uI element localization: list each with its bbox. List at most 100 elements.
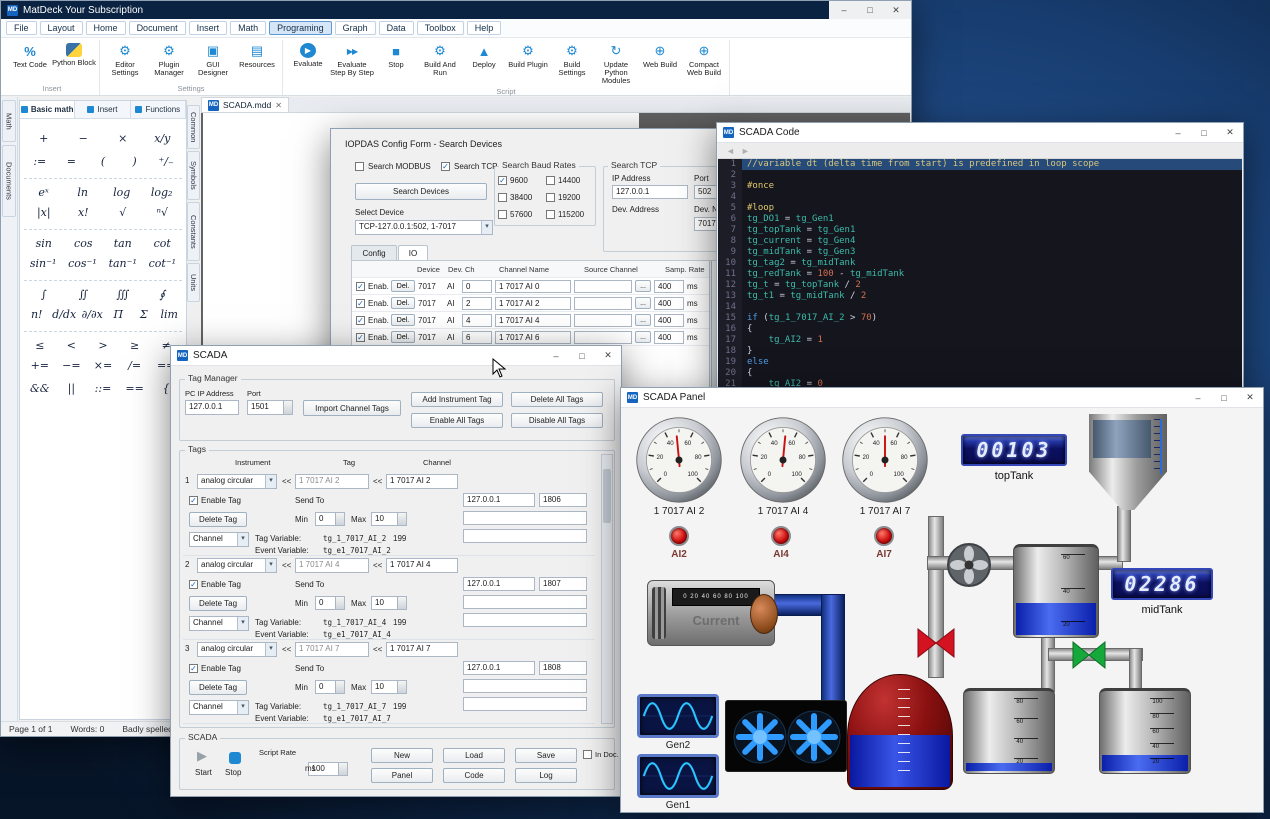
enable-tag-checkbox[interactable]: ✓	[189, 496, 198, 505]
ribbon-build-and-run[interactable]: ⚙Build And Run	[418, 40, 462, 85]
channel-name-field[interactable]: 1 7017 AI 2	[495, 297, 571, 310]
math-symbol[interactable]: ∭	[113, 288, 133, 301]
channel-name-field[interactable]: 1 7017 AI 6	[495, 331, 571, 344]
search-modbus-checkbox[interactable]	[355, 162, 364, 171]
menu-tab-toolbox[interactable]: Toolbox	[417, 21, 464, 35]
menu-tab-layout[interactable]: Layout	[40, 21, 83, 35]
math-symbol[interactable]: n!	[27, 308, 47, 321]
math-symbol[interactable]: ==	[125, 382, 145, 395]
sample-rate-spinner[interactable]: 400	[654, 297, 684, 310]
ribbon-text-code[interactable]: %Text Code	[8, 40, 52, 82]
send-ip-field[interactable]: 127.0.0.1	[463, 577, 535, 591]
disable-all-tags-button[interactable]: Disable All Tags	[511, 413, 603, 428]
maximize-button[interactable]: □	[1211, 388, 1237, 407]
menu-tab-insert[interactable]: Insert	[189, 21, 228, 35]
send-ip-field[interactable]: 127.0.0.1	[463, 493, 535, 507]
math-symbol[interactable]: x!	[73, 206, 93, 219]
maximize-button[interactable]: □	[1191, 123, 1217, 142]
tag-field[interactable]: 1 7017 AI 7	[295, 642, 369, 657]
source-channel-select[interactable]	[574, 297, 632, 310]
math-symbol[interactable]: d∕dx	[52, 308, 76, 321]
channel-select[interactable]: Channel	[189, 616, 249, 631]
instrument-select[interactable]: analog circular	[197, 474, 277, 489]
code-editor[interactable]: 1//variable dt (delta time from start) i…	[718, 159, 1242, 390]
palette-tab-symbols[interactable]: Symbols	[187, 151, 200, 200]
copy-left-button[interactable]: <<	[282, 645, 291, 654]
sample-rate-spinner[interactable]: 400	[654, 314, 684, 327]
math-symbol[interactable]: |x|	[34, 206, 54, 219]
aux-field[interactable]	[463, 595, 587, 609]
copy-left-button[interactable]: <<	[282, 561, 291, 570]
math-symbol[interactable]: ∂∕∂x	[82, 308, 103, 321]
ribbon-editor-settings[interactable]: ⚙Editor Settings	[103, 40, 147, 82]
channel-num-spinner[interactable]: 2	[462, 297, 492, 310]
math-symbol[interactable]: =	[61, 155, 81, 168]
channel-name-field[interactable]: 1 7017 AI 4	[495, 314, 571, 327]
channel-field[interactable]: 1 7017 AI 2	[386, 474, 458, 489]
enable-checkbox[interactable]: ✓	[356, 316, 365, 325]
baud-checkbox[interactable]	[546, 176, 555, 185]
delete-tag-button[interactable]: Delete Tag	[189, 512, 247, 527]
instrument-select[interactable]: analog circular	[197, 642, 277, 657]
math-tab-insert[interactable]: Insert	[75, 101, 130, 118]
maximize-button[interactable]: □	[569, 346, 595, 365]
baud-checkbox[interactable]	[546, 210, 555, 219]
nav-forward-icon[interactable]: ►	[741, 146, 750, 156]
math-symbol[interactable]: −	[73, 132, 93, 145]
channel-field[interactable]: 1 7017 AI 4	[386, 558, 458, 573]
math-symbol[interactable]: <	[61, 339, 81, 352]
ribbon-build-settings[interactable]: ⚙Build Settings	[550, 40, 594, 85]
math-symbol[interactable]: Σ	[134, 308, 154, 321]
maximize-button[interactable]: □	[857, 1, 883, 19]
close-button[interactable]: ✕	[883, 1, 909, 19]
panel-titlebar[interactable]: MD SCADA Panel – □ ✕	[621, 388, 1263, 408]
math-symbol[interactable]: eˣ	[34, 186, 54, 199]
tag-field[interactable]: 1 7017 AI 4	[295, 558, 369, 573]
save-button[interactable]: Save	[515, 748, 577, 763]
ribbon-stop[interactable]: ■Stop	[374, 40, 418, 85]
enable-checkbox[interactable]: ✓	[356, 299, 365, 308]
copy-left-button[interactable]: <<	[282, 477, 291, 486]
math-symbol[interactable]: (	[93, 155, 113, 168]
math-symbol[interactable]: cos⁻¹	[68, 257, 97, 270]
math-symbol[interactable]: lim	[159, 308, 179, 321]
baud-checkbox[interactable]	[546, 193, 555, 202]
math-symbol[interactable]: ≤	[30, 339, 50, 352]
channel-select[interactable]: Channel	[189, 700, 249, 715]
pc-ip-field[interactable]: 127.0.0.1	[185, 400, 239, 415]
math-symbol[interactable]: √	[113, 206, 133, 219]
browse-button[interactable]: ...	[635, 314, 651, 326]
baud-checkbox[interactable]: ✓	[498, 176, 507, 185]
tags-scrollbar[interactable]	[601, 454, 613, 724]
menu-tab-document[interactable]: Document	[129, 21, 186, 35]
math-symbol[interactable]: cos	[73, 237, 93, 250]
close-button[interactable]: ✕	[1217, 123, 1243, 142]
copy-left-button[interactable]: <<	[373, 645, 382, 654]
menu-tab-graph[interactable]: Graph	[335, 21, 376, 35]
math-symbol[interactable]: +	[34, 132, 54, 145]
in-doc-checkbox[interactable]	[583, 750, 592, 759]
panel-button[interactable]: Panel	[371, 768, 433, 783]
import-channel-tags-button[interactable]: Import Channel Tags	[303, 400, 401, 416]
enable-all-tags-button[interactable]: Enable All Tags	[411, 413, 503, 428]
stop-icon[interactable]	[229, 752, 241, 764]
channel-field[interactable]: 1 7017 AI 7	[386, 642, 458, 657]
math-symbol[interactable]: tan	[113, 237, 133, 250]
delete-channel-button[interactable]: Del.	[391, 331, 415, 343]
ribbon-build-plugin[interactable]: ⚙Build Plugin	[506, 40, 550, 85]
scrollbar-thumb[interactable]	[603, 469, 611, 523]
channel-num-spinner[interactable]: 6	[462, 331, 492, 344]
start-icon[interactable]: ▶	[197, 748, 207, 764]
math-symbol[interactable]: ≥	[125, 339, 145, 352]
copy-left-button[interactable]: <<	[373, 477, 382, 486]
search-tcp-checkbox[interactable]: ✓	[441, 162, 450, 171]
math-symbol[interactable]: sin⁻¹	[30, 257, 56, 270]
ribbon-evaluate[interactable]: ▶Evaluate	[286, 40, 330, 85]
math-symbol[interactable]: )	[125, 155, 145, 168]
menu-tab-file[interactable]: File	[6, 21, 37, 35]
close-button[interactable]: ✕	[595, 346, 621, 365]
select-device-combo[interactable]: TCP-127.0.0.1:502, 1-7017	[355, 220, 493, 235]
menu-tab-help[interactable]: Help	[467, 21, 502, 35]
sample-rate-spinner[interactable]: 400	[654, 280, 684, 293]
baud-checkbox[interactable]	[498, 210, 507, 219]
